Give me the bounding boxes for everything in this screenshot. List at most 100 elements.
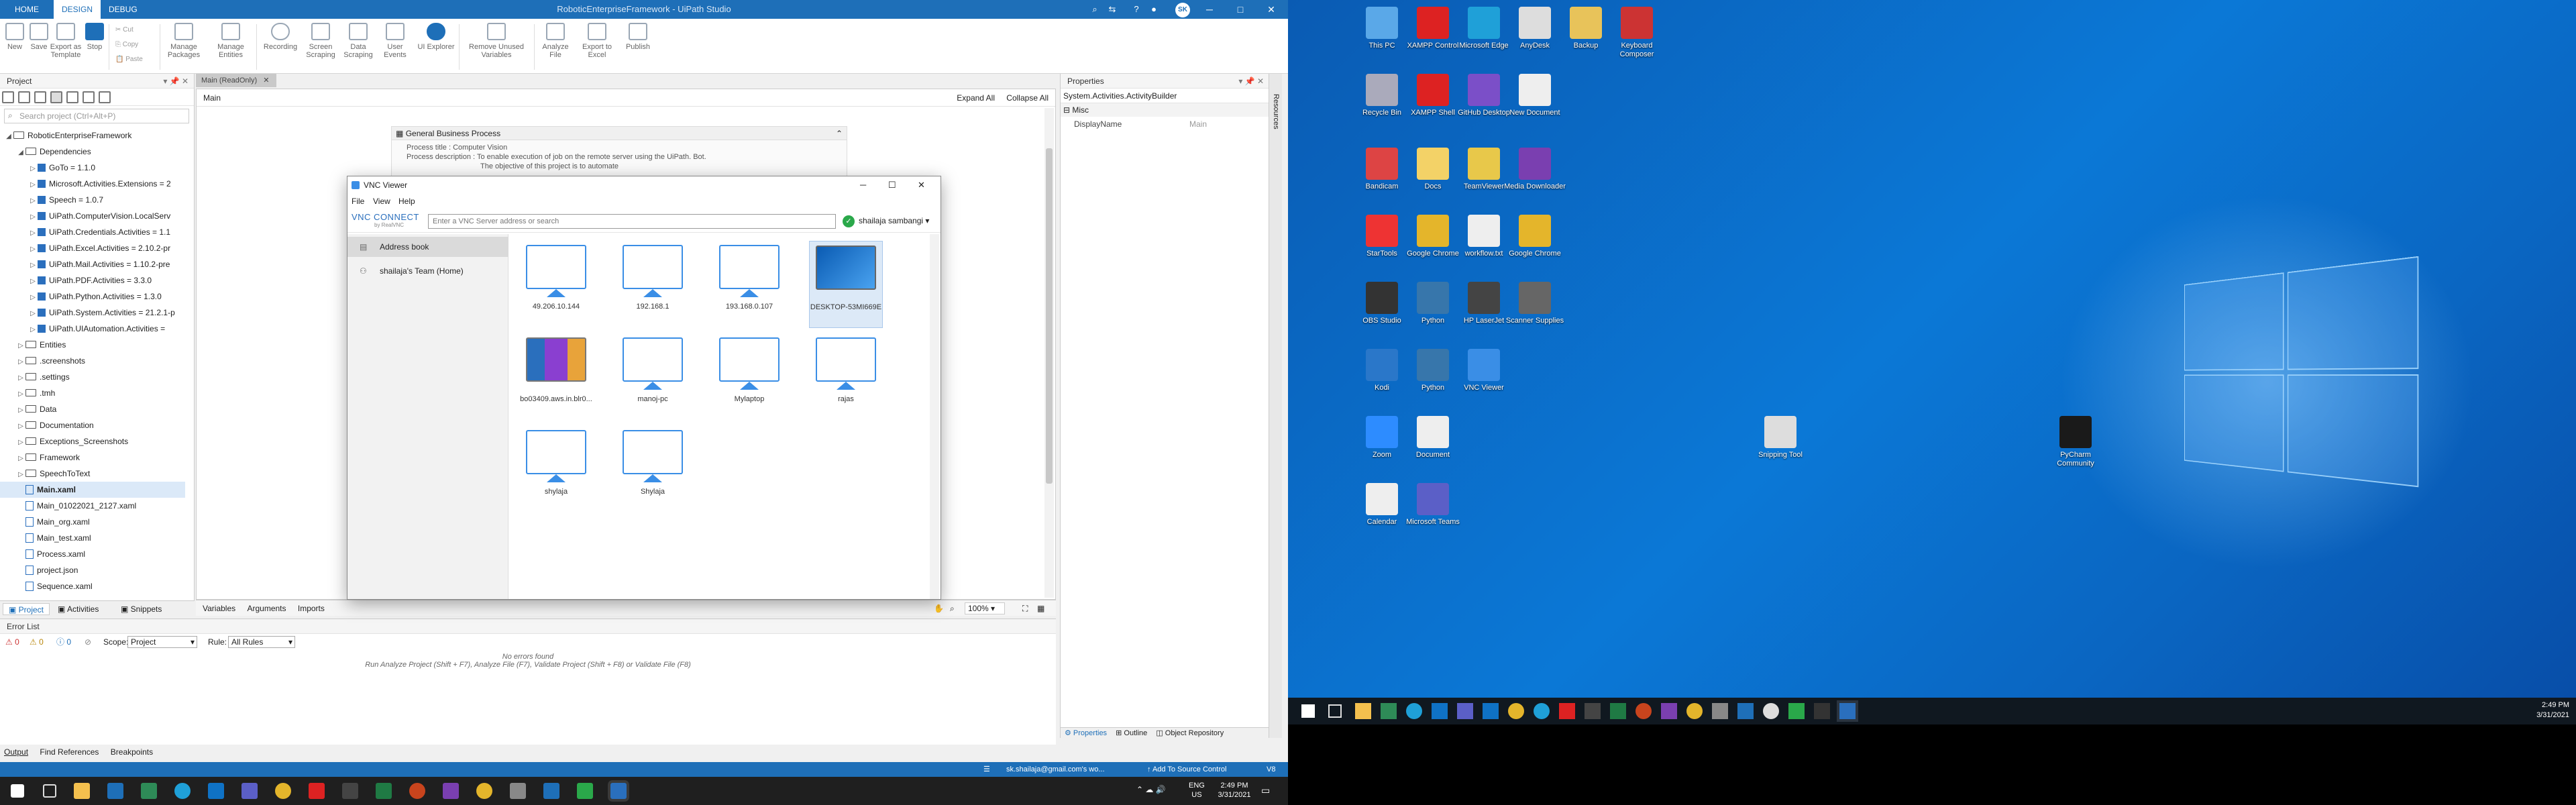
system-tray-icons[interactable]: ⌃ ☁ 🔊 xyxy=(1136,785,1166,794)
collapse-icon[interactable]: ⌃ xyxy=(836,127,843,140)
chevron-icon[interactable]: ▷ xyxy=(28,274,38,290)
imports-tab[interactable]: Imports xyxy=(298,604,325,613)
vnc-scrollbar[interactable] xyxy=(930,234,939,599)
user-avatar[interactable]: SK xyxy=(1175,3,1190,17)
export-to-excel-button[interactable]: Export to Excel xyxy=(578,23,616,71)
close-icon[interactable]: ✕ xyxy=(263,76,269,85)
rule-select[interactable]: All Rules ▾ xyxy=(228,636,295,648)
task-view-icon[interactable] xyxy=(43,784,56,798)
terminal-icon[interactable] xyxy=(1814,703,1830,719)
sidebar-item-address-book[interactable]: ▤ Address book xyxy=(347,237,508,257)
chevron-icon[interactable]: ▷ xyxy=(16,435,25,451)
warnings-filter[interactable]: ⚠ 0 xyxy=(30,634,44,650)
expand-all-icon[interactable] xyxy=(18,91,30,103)
document-tab[interactable]: Main (ReadOnly) ✕ xyxy=(196,74,276,87)
dependency-item[interactable]: ▷ Microsoft.Activities.Extensions = 2 xyxy=(0,176,185,192)
excel-icon[interactable] xyxy=(141,783,157,799)
chevron-icon[interactable]: ▷ xyxy=(28,225,38,241)
recording-button[interactable]: Recording xyxy=(259,23,302,71)
assistant-icon[interactable] xyxy=(1788,703,1805,719)
data-scraping-button[interactable]: Data Scraping xyxy=(339,23,377,71)
scanner-icon[interactable] xyxy=(510,783,526,799)
desktop-icon[interactable]: Microsoft Teams xyxy=(1402,479,1464,549)
tab-activities[interactable]: ▣ Activities xyxy=(52,603,104,615)
vnc-computer-tile[interactable]: Mylaptop xyxy=(712,333,786,421)
filter-icon[interactable] xyxy=(83,91,95,103)
dependency-item[interactable]: ▷ GoTo = 1.1.0 xyxy=(0,160,185,176)
photos-icon[interactable] xyxy=(1585,703,1601,719)
chevron-icon[interactable]: ▷ xyxy=(28,290,38,306)
chrome-profile-icon[interactable] xyxy=(476,783,492,799)
expand-all-link[interactable]: Expand All xyxy=(957,89,995,107)
vnc-computer-tile[interactable]: manoj-pc xyxy=(616,333,690,421)
export-template-button[interactable]: Export as Template xyxy=(48,23,83,71)
acrobat-icon[interactable] xyxy=(309,783,325,799)
open-folder-icon[interactable] xyxy=(66,91,78,103)
dependency-item[interactable]: ▷ UiPath.UIAutomation.Activities = xyxy=(0,321,185,337)
minimize-button[interactable]: ─ xyxy=(860,176,866,194)
vnc-computer-tile[interactable]: rajas xyxy=(809,333,883,421)
copy-button[interactable]: ⎘ Copy xyxy=(115,38,143,52)
folder-item[interactable]: ▷ Entities xyxy=(0,337,185,353)
chevron-icon[interactable]: ▷ xyxy=(28,209,38,225)
vnc-computer-tile[interactable]: 192.168.1 xyxy=(616,241,690,328)
scanner-icon[interactable] xyxy=(1712,703,1728,719)
orchestrator-icon[interactable]: ☰ xyxy=(983,762,990,777)
sidebar-item-team[interactable]: ⚇ shailaja's Team (Home) xyxy=(347,261,508,281)
vnc-account-menu[interactable]: shailaja sambangi ▾ xyxy=(859,216,929,225)
folder-item[interactable]: ◢ Dependencies xyxy=(0,144,185,160)
tab-properties[interactable]: ⚙ Properties xyxy=(1065,729,1107,737)
visual-studio-icon[interactable] xyxy=(443,783,459,799)
file-item[interactable]: project.json xyxy=(0,562,185,578)
publish-button[interactable]: Publish xyxy=(621,23,655,71)
chrome-icon[interactable] xyxy=(275,783,291,799)
vnc-computer-tile[interactable]: 193.168.0.107 xyxy=(712,241,786,328)
manage-entities-button[interactable]: Manage Entities xyxy=(211,23,251,71)
designer-scrollbar[interactable] xyxy=(1044,108,1054,598)
fit-screen-icon[interactable]: ⛶ xyxy=(1022,600,1028,616)
uipath-icon[interactable] xyxy=(543,783,559,799)
clear-icon[interactable]: ⊘ xyxy=(85,634,91,650)
refresh-icon[interactable] xyxy=(34,91,46,103)
tab-outline[interactable]: ⊞ Outline xyxy=(1116,729,1147,737)
folder-item[interactable]: ▷ .settings xyxy=(0,369,185,385)
notifications-icon[interactable]: ● xyxy=(1147,3,1161,16)
add-to-source-control[interactable]: ↑ Add To Source Control xyxy=(1147,762,1226,777)
desktop-icon[interactable]: Google Chrome xyxy=(1504,211,1566,280)
zoom-select[interactable]: 100% ▾ xyxy=(965,602,1005,614)
clock[interactable]: 2:49 PM 3/31/2021 xyxy=(1214,781,1254,800)
dependency-item[interactable]: ▷ UiPath.Credentials.Activities = 1.1 xyxy=(0,224,185,240)
collapse-all-link[interactable]: Collapse All xyxy=(1006,89,1049,107)
maximize-button[interactable]: □ xyxy=(1225,0,1256,19)
desktop-icon[interactable]: Document xyxy=(1402,412,1464,482)
sheets-icon[interactable] xyxy=(376,783,392,799)
uipath-icon[interactable] xyxy=(1737,703,1754,719)
zoom-icon[interactable]: ⌕ xyxy=(950,600,955,616)
show-all-files-icon[interactable] xyxy=(50,91,62,103)
dependency-item[interactable]: ▷ UiPath.Excel.Activities = 2.10.2-pr xyxy=(0,240,185,256)
folder-item[interactable]: ▷ .screenshots xyxy=(0,353,185,369)
chevron-icon[interactable]: ▷ xyxy=(16,354,25,370)
chrome-icon[interactable] xyxy=(1508,703,1524,719)
outlook-icon[interactable] xyxy=(1483,703,1499,719)
desktop-icon[interactable]: Scanner Supplies xyxy=(1504,278,1566,347)
tab-snippets[interactable]: ▣ Snippets xyxy=(115,603,167,615)
properties-category[interactable]: ⊟ Misc xyxy=(1061,103,1281,117)
search-icon[interactable]: ⌕ xyxy=(1088,3,1102,16)
dependency-item[interactable]: ▷ UiPath.ComputerVision.LocalServ xyxy=(0,208,185,224)
close-button[interactable]: ✕ xyxy=(918,176,925,194)
close-button[interactable]: ✕ xyxy=(1256,0,1287,19)
chevron-icon[interactable]: ▷ xyxy=(28,177,38,193)
file-item[interactable]: Process.xaml xyxy=(0,546,185,562)
media-player-icon[interactable] xyxy=(1635,703,1652,719)
folder-item[interactable]: ▷ SpeechToText xyxy=(0,466,185,482)
errors-filter[interactable]: ⚠ 0 xyxy=(5,634,19,650)
tab-design[interactable]: DESIGN xyxy=(54,0,101,19)
vnc-viewer-taskbar-icon[interactable] xyxy=(1839,703,1856,719)
tab-project[interactable]: ▣ Project xyxy=(3,603,50,615)
desktop-icon[interactable]: Snipping Tool xyxy=(1750,412,1811,482)
analyze-file-button[interactable]: Analyze File xyxy=(537,23,574,71)
vnc-computer-tile[interactable]: bo03409.aws.in.blr0... xyxy=(519,333,593,421)
chevron-icon[interactable]: ▷ xyxy=(28,306,38,322)
chevron-icon[interactable]: ▷ xyxy=(16,338,25,354)
